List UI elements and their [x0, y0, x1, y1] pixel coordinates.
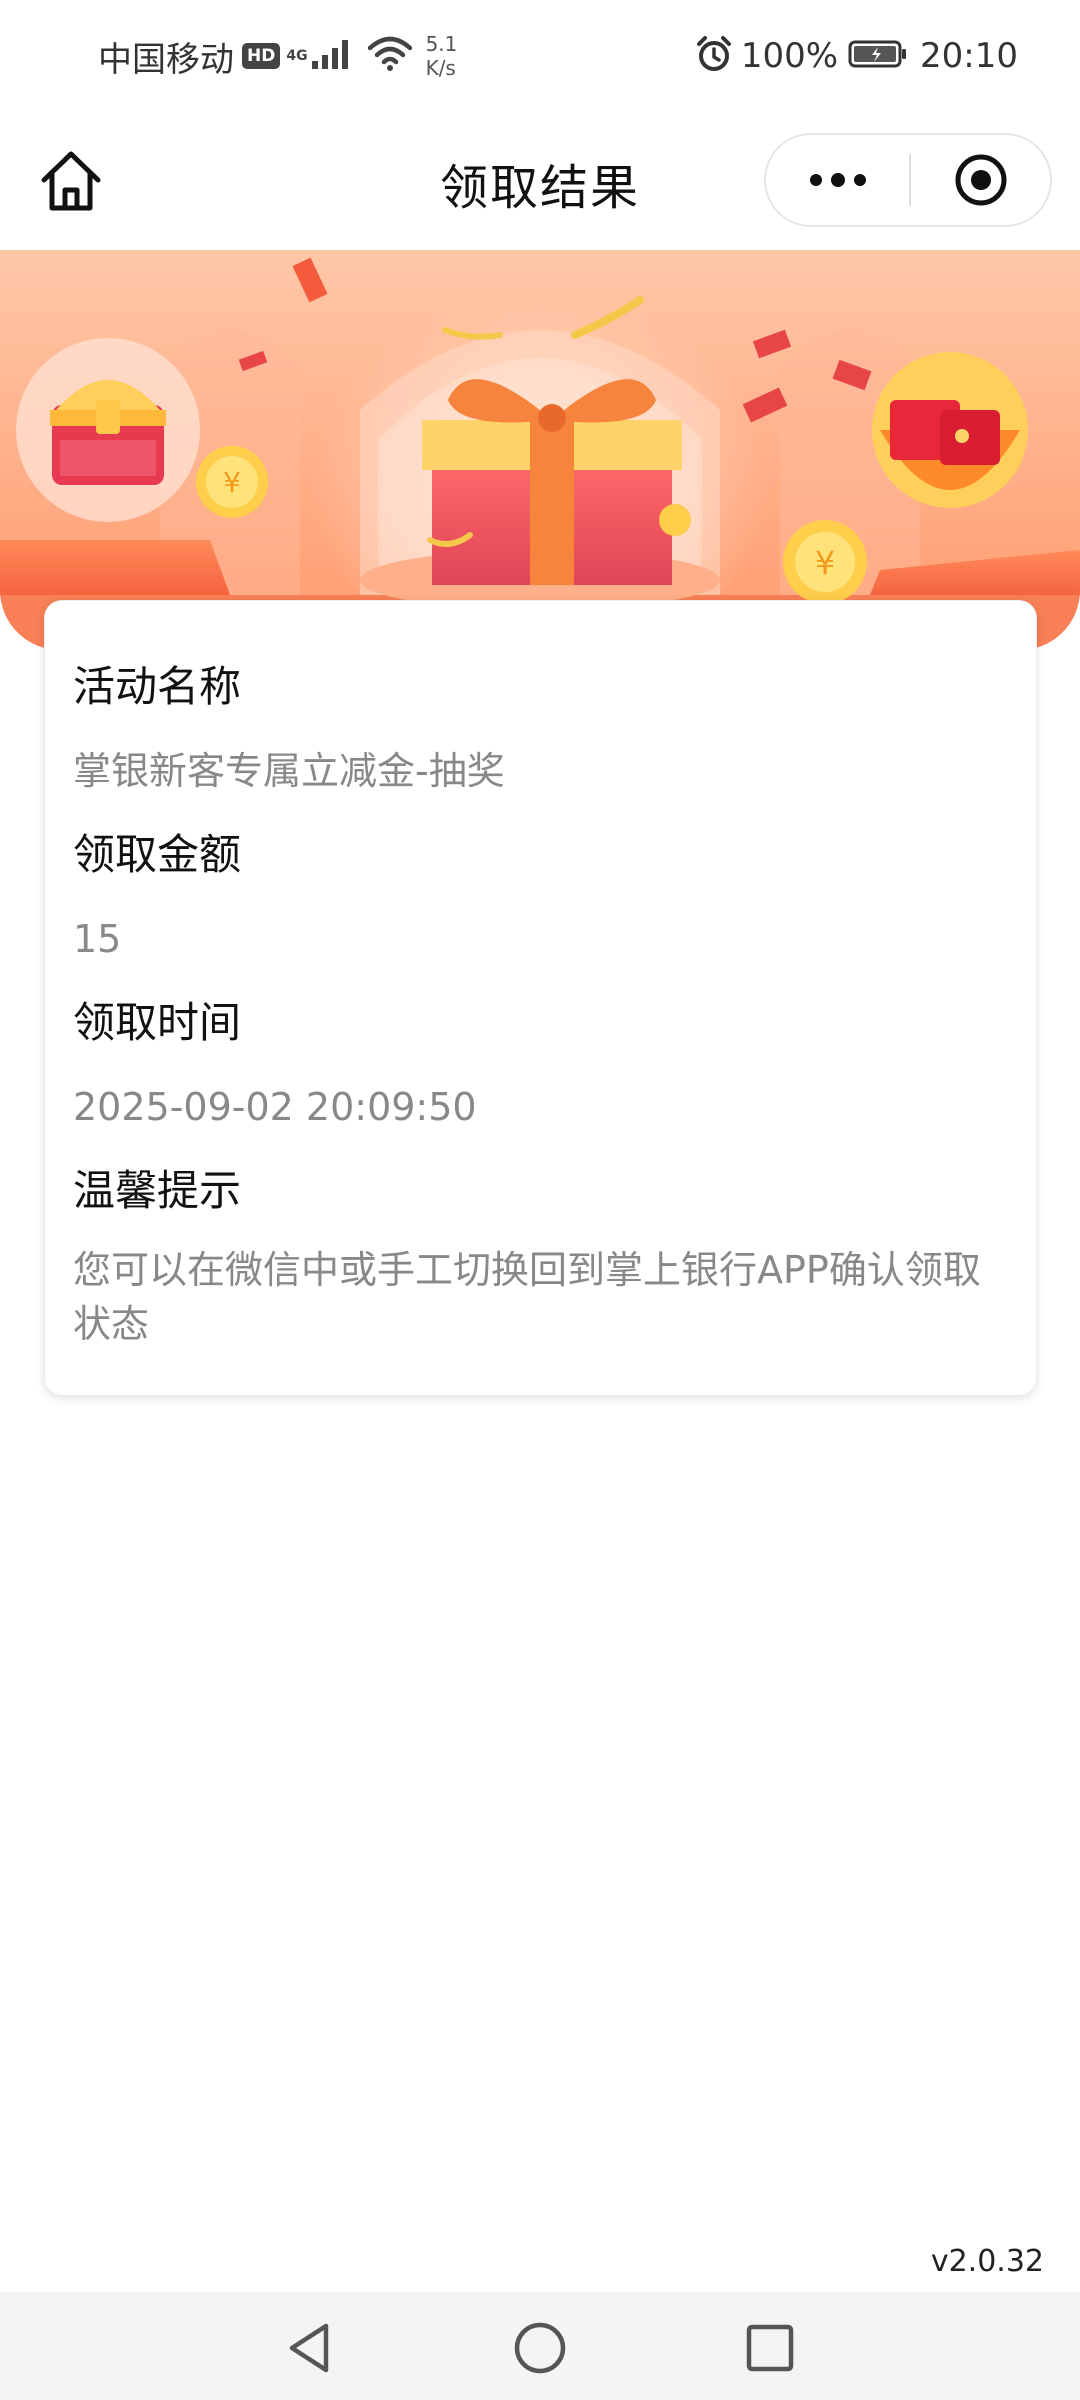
field-activity-name: 活动名称 掌银新客专属立减金-抽奖 — [73, 659, 1008, 799]
field-label: 领取时间 — [73, 998, 242, 1047]
close-target-icon[interactable] — [911, 135, 1050, 225]
version-label: v2.0.32 — [930, 2244, 1044, 2279]
net-speed: 5.1 K/s — [426, 32, 458, 80]
field-value: 您可以在微信中或手工切换回到掌上银行APP确认领取状态 — [73, 1248, 981, 1346]
field-claim-time: 领取时间 2025-09-02 20:09:50 — [73, 995, 1008, 1135]
claim-info-card: 活动名称 掌银新客专属立减金-抽奖 领取金额 15 领取时间 2025-09-0… — [44, 600, 1037, 1396]
field-label: 活动名称 — [73, 662, 242, 711]
nav-bar: 领取结果 — [0, 120, 1080, 240]
mini-program-capsule — [764, 133, 1052, 227]
back-triangle-icon[interactable] — [280, 2318, 340, 2378]
wifi-icon — [367, 36, 412, 76]
carrier-name: 中国移动 — [98, 39, 234, 80]
field-tips: 温馨提示 您可以在微信中或手工切换回到掌上银行APP确认领取状态 — [73, 1163, 1008, 1351]
field-claim-amount: 领取金额 15 — [73, 827, 1008, 967]
field-label: 领取金额 — [73, 830, 242, 879]
field-value: 掌银新客专属立减金-抽奖 — [73, 749, 505, 793]
field-value: 15 — [73, 917, 122, 961]
recents-square-icon[interactable] — [740, 2318, 800, 2378]
hd-badge: HD — [242, 43, 281, 69]
field-value: 2025-09-02 20:09:50 — [73, 1085, 477, 1129]
status-left: 中国移动 HD 4G 5.1 K/s — [98, 28, 457, 84]
svg-text:¥: ¥ — [815, 544, 835, 582]
network-type: 4G — [286, 47, 308, 64]
home-circle-icon[interactable] — [510, 2318, 570, 2378]
status-right: 100% 20:10 — [695, 28, 1018, 84]
signal-icon — [310, 37, 356, 75]
battery-percent: 100% — [740, 36, 839, 76]
status-bar: 中国移动 HD 4G 5.1 K/s 100% 20:10 — [0, 0, 1080, 112]
net-speed-value: 5.1 — [425, 32, 458, 56]
battery-icon — [848, 39, 908, 73]
status-time: 20:10 — [920, 36, 1018, 76]
field-label: 温馨提示 — [73, 1166, 242, 1215]
svg-text:¥: ¥ — [223, 466, 241, 499]
reward-banner: ¥ ¥ — [0, 250, 1080, 650]
alarm-icon — [695, 35, 733, 77]
more-icon[interactable] — [766, 135, 909, 225]
system-nav-bar — [0, 2292, 1080, 2400]
net-speed-unit: K/s — [425, 56, 456, 80]
